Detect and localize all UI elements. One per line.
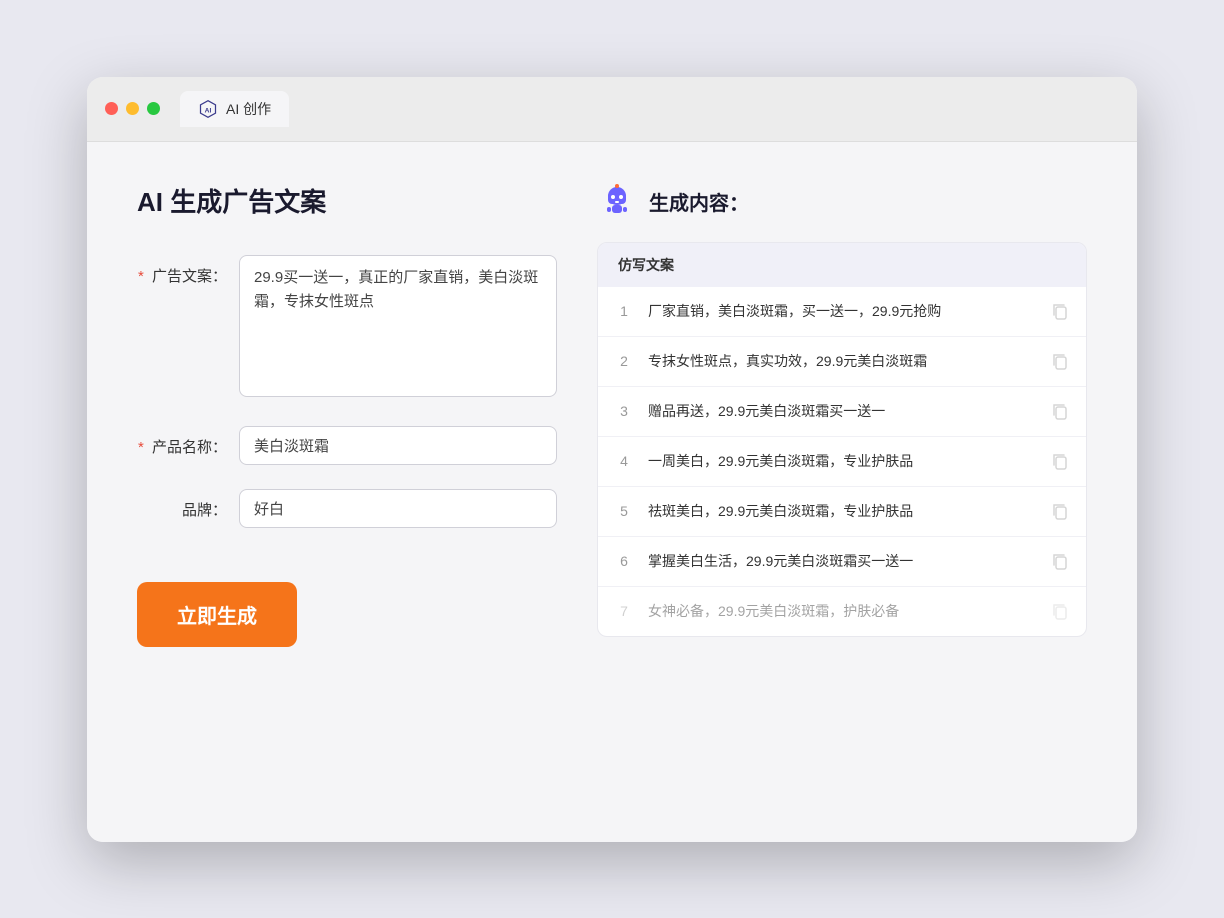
product-name-input[interactable] [239, 426, 557, 465]
maximize-button[interactable] [147, 102, 160, 115]
result-row: 6 掌握美白生活，29.9元美白淡斑霜买一送一 [598, 537, 1086, 587]
result-header: 生成内容： [597, 182, 1087, 222]
row-number: 2 [614, 353, 634, 369]
copy-icon[interactable] [1050, 351, 1070, 371]
result-row: 7 女神必备，29.9元美白淡斑霜，护肤必备 [598, 587, 1086, 636]
row-number: 5 [614, 503, 634, 519]
row-text: 赠品再送，29.9元美白淡斑霜买一送一 [648, 401, 1036, 422]
ai-tab-icon: AI [198, 99, 218, 119]
row-number: 7 [614, 603, 634, 619]
content-area: AI 生成广告文案 * 广告文案： * 产品名称： [87, 142, 1137, 842]
copy-icon[interactable] [1050, 601, 1070, 621]
close-button[interactable] [105, 102, 118, 115]
ad-copy-wrap [239, 255, 557, 402]
title-bar: AI AI 创作 [87, 77, 1137, 142]
traffic-lights [105, 102, 160, 115]
browser-window: AI AI 创作 AI 生成广告文案 * 广告文案： * [87, 77, 1137, 842]
row-number: 4 [614, 453, 634, 469]
product-name-group: * 产品名称： [137, 426, 557, 465]
row-text: 一周美白，29.9元美白淡斑霜，专业护肤品 [648, 451, 1036, 472]
copy-icon[interactable] [1050, 401, 1070, 421]
row-text: 女神必备，29.9元美白淡斑霜，护肤必备 [648, 601, 1036, 622]
left-panel: AI 生成广告文案 * 广告文案： * 产品名称： [137, 182, 557, 802]
right-panel: 生成内容： 仿写文案 1 厂家直销，美白淡斑霜，买一送一，29.9元抢购 2 专… [597, 182, 1087, 802]
result-table-header: 仿写文案 [598, 243, 1086, 287]
brand-wrap [239, 489, 557, 528]
required-star-2: * [138, 439, 144, 456]
tab-label: AI 创作 [226, 99, 271, 119]
result-row: 3 赠品再送，29.9元美白淡斑霜买一送一 [598, 387, 1086, 437]
svg-text:AI: AI [205, 107, 212, 114]
product-name-label: * 产品名称： [137, 426, 227, 457]
brand-label: 品牌： [137, 489, 227, 520]
ad-copy-group: * 广告文案： [137, 255, 557, 402]
row-text: 厂家直销，美白淡斑霜，买一送一，29.9元抢购 [648, 301, 1036, 322]
row-text: 祛斑美白，29.9元美白淡斑霜，专业护肤品 [648, 501, 1036, 522]
brand-input[interactable] [239, 489, 557, 528]
ad-copy-label: * 广告文案： [137, 255, 227, 286]
copy-icon[interactable] [1050, 301, 1070, 321]
brand-group: 品牌： [137, 489, 557, 528]
copy-icon[interactable] [1050, 501, 1070, 521]
page-title: AI 生成广告文案 [137, 182, 557, 219]
result-row: 1 厂家直销，美白淡斑霜，买一送一，29.9元抢购 [598, 287, 1086, 337]
ad-copy-textarea[interactable] [239, 255, 557, 397]
result-row: 5 祛斑美白，29.9元美白淡斑霜，专业护肤品 [598, 487, 1086, 537]
row-number: 1 [614, 303, 634, 319]
result-title: 生成内容： [649, 187, 749, 216]
copy-icon[interactable] [1050, 451, 1070, 471]
row-number: 6 [614, 553, 634, 569]
generate-button[interactable]: 立即生成 [137, 582, 297, 647]
robot-icon [597, 182, 637, 222]
result-rows-container: 1 厂家直销，美白淡斑霜，买一送一，29.9元抢购 2 专抹女性斑点，真实功效，… [598, 287, 1086, 636]
row-text: 专抹女性斑点，真实功效，29.9元美白淡斑霜 [648, 351, 1036, 372]
product-name-wrap [239, 426, 557, 465]
ai-creation-tab[interactable]: AI AI 创作 [180, 91, 289, 127]
row-number: 3 [614, 403, 634, 419]
required-star: * [138, 268, 144, 285]
result-row: 2 专抹女性斑点，真实功效，29.9元美白淡斑霜 [598, 337, 1086, 387]
result-table: 仿写文案 1 厂家直销，美白淡斑霜，买一送一，29.9元抢购 2 专抹女性斑点，… [597, 242, 1087, 637]
result-row: 4 一周美白，29.9元美白淡斑霜，专业护肤品 [598, 437, 1086, 487]
minimize-button[interactable] [126, 102, 139, 115]
copy-icon[interactable] [1050, 551, 1070, 571]
row-text: 掌握美白生活，29.9元美白淡斑霜买一送一 [648, 551, 1036, 572]
